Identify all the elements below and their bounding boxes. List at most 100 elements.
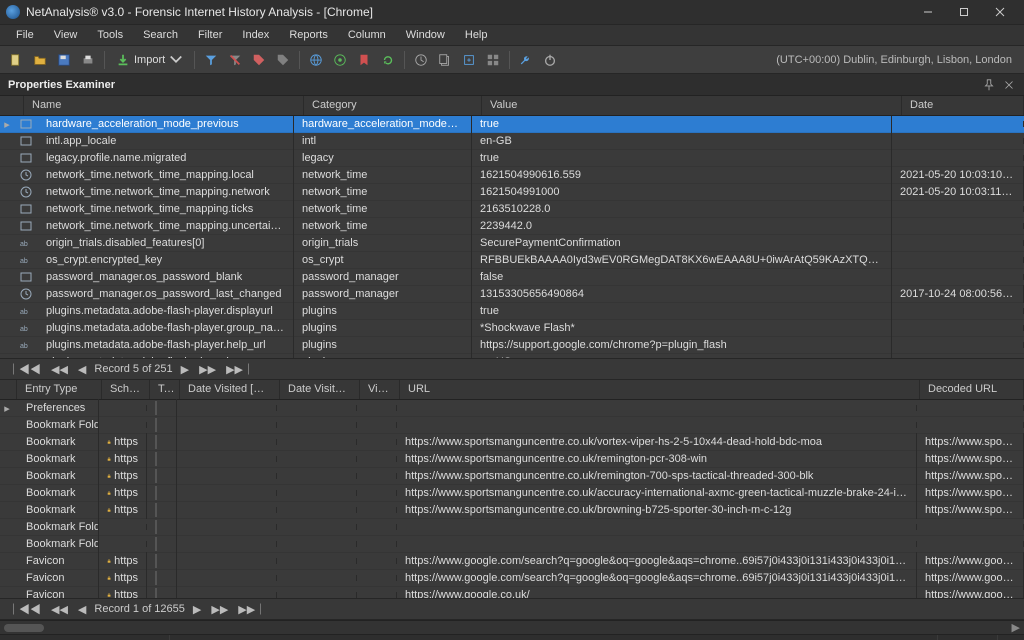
bnav-prev-page[interactable]: ◀◀ xyxy=(49,603,70,616)
close-button[interactable] xyxy=(982,0,1018,24)
tag-checkbox[interactable] xyxy=(155,401,157,415)
history-row[interactable]: Faviconhttpshttps://www.google.com/searc… xyxy=(0,570,1024,587)
col-url[interactable]: URL xyxy=(400,380,920,399)
import-button[interactable]: Import xyxy=(110,49,189,71)
tag-checkbox[interactable] xyxy=(155,469,157,483)
nav-next[interactable]: ▶ xyxy=(179,363,191,376)
menu-index[interactable]: Index xyxy=(232,27,279,43)
col-value[interactable]: Value xyxy=(482,96,902,115)
property-row[interactable]: network_time.network_time_mapping.networ… xyxy=(0,184,1024,201)
filter-button[interactable] xyxy=(200,49,222,71)
tag-checkbox[interactable] xyxy=(155,537,157,551)
bnav-next[interactable]: ▶ xyxy=(191,603,203,616)
nav-next-page[interactable]: ▶▶ xyxy=(197,363,218,376)
menu-reports[interactable]: Reports xyxy=(279,27,338,43)
col-entry-type[interactable]: Entry Type xyxy=(17,380,102,399)
history-row[interactable]: Faviconhttpshttps://www.google.co.uk/htt… xyxy=(0,587,1024,598)
index-button[interactable] xyxy=(329,49,351,71)
open-folder-button[interactable] xyxy=(29,49,51,71)
col-scheme[interactable]: Scheme xyxy=(102,380,150,399)
menu-tools[interactable]: Tools xyxy=(87,27,133,43)
property-row[interactable]: intl.app_localeintlen-GB xyxy=(0,133,1024,150)
nav-last[interactable]: ▶▶｜ xyxy=(224,361,256,377)
bnav-prev[interactable]: ◀ xyxy=(76,603,88,616)
history-row[interactable]: ▸Preferences xyxy=(0,400,1024,417)
nav-prev-page[interactable]: ◀◀ xyxy=(49,363,70,376)
wrench-button[interactable] xyxy=(515,49,537,71)
property-row[interactable]: network_time.network_time_mapping.uncert… xyxy=(0,218,1024,235)
col-category[interactable]: Category xyxy=(304,96,482,115)
col-date-visited-utc[interactable]: Date Visited [UTC] ▼ xyxy=(180,380,280,399)
close-panel-icon[interactable] xyxy=(1002,78,1016,92)
history-row[interactable]: Bookmark Folder xyxy=(0,417,1024,434)
top-record-nav: ｜◀◀ ◀◀ ◀ Record 5 of 251 ▶ ▶▶ ▶▶｜ xyxy=(0,358,1024,380)
col-tag[interactable]: Tag xyxy=(150,380,180,399)
nav-prev[interactable]: ◀ xyxy=(76,363,88,376)
tag-checkbox[interactable] xyxy=(155,554,157,568)
property-row[interactable]: abos_crypt.encrypted_keyos_cryptRFBBUEkB… xyxy=(0,252,1024,269)
history-row[interactable]: Bookmarkhttpshttps://www.sportsmanguncen… xyxy=(0,485,1024,502)
property-row[interactable]: network_time.network_time_mapping.localn… xyxy=(0,167,1024,184)
tag-checkbox[interactable] xyxy=(155,486,157,500)
refresh-button[interactable] xyxy=(377,49,399,71)
nav-first[interactable]: ｜◀◀ xyxy=(6,361,43,377)
row-type-icon xyxy=(14,186,38,198)
maximize-button[interactable] xyxy=(946,0,982,24)
clock-button[interactable] xyxy=(410,49,432,71)
col-date[interactable]: Date xyxy=(902,96,1024,115)
new-button[interactable] xyxy=(5,49,27,71)
globe-button[interactable] xyxy=(305,49,327,71)
menu-window[interactable]: Window xyxy=(396,27,455,43)
tag-checkbox[interactable] xyxy=(155,520,157,534)
property-row[interactable]: ▸hardware_acceleration_mode_previoushard… xyxy=(0,116,1024,133)
menu-filter[interactable]: Filter xyxy=(188,27,232,43)
bnav-last[interactable]: ▶▶｜ xyxy=(236,601,268,617)
print-button[interactable] xyxy=(77,49,99,71)
tag-checkbox[interactable] xyxy=(155,571,157,585)
tag-checkbox[interactable] xyxy=(155,452,157,466)
bnav-next-page[interactable]: ▶▶ xyxy=(209,603,230,616)
tag-button[interactable] xyxy=(248,49,270,71)
power-button[interactable] xyxy=(539,49,561,71)
history-row[interactable]: Bookmarkhttpshttps://www.sportsmanguncen… xyxy=(0,451,1024,468)
grid-button[interactable] xyxy=(482,49,504,71)
tag-checkbox[interactable] xyxy=(155,418,157,432)
clear-filter-button[interactable] xyxy=(224,49,246,71)
property-row[interactable]: abplugins.metadata.adobe-flash-player.gr… xyxy=(0,320,1024,337)
menu-file[interactable]: File xyxy=(6,27,44,43)
tag-checkbox[interactable] xyxy=(155,435,157,449)
property-row[interactable]: network_time.network_time_mapping.ticksn… xyxy=(0,201,1024,218)
property-row[interactable]: abplugins.metadata.adobe-flash-player.la… xyxy=(0,354,1024,358)
property-row[interactable]: aborigin_trials.disabled_features[0]orig… xyxy=(0,235,1024,252)
property-row[interactable]: abplugins.metadata.adobe-flash-player.di… xyxy=(0,303,1024,320)
history-row[interactable]: Faviconhttpshttps://www.google.com/searc… xyxy=(0,553,1024,570)
menu-help[interactable]: Help xyxy=(455,27,498,43)
property-row[interactable]: password_manager.os_password_last_change… xyxy=(0,286,1024,303)
property-row[interactable]: legacy.profile.name.migratedlegacytrue xyxy=(0,150,1024,167)
menu-search[interactable]: Search xyxy=(133,27,188,43)
minimize-button[interactable] xyxy=(910,0,946,24)
bookmark-button[interactable] xyxy=(353,49,375,71)
history-row[interactable]: Bookmarkhttpshttps://www.sportsmanguncen… xyxy=(0,434,1024,451)
tag-checkbox[interactable] xyxy=(155,588,157,598)
tag-checkbox[interactable] xyxy=(155,503,157,517)
history-row[interactable]: Bookmark Folder xyxy=(0,536,1024,553)
horizontal-scrollbar[interactable]: ▶ xyxy=(0,620,1024,634)
history-row[interactable]: Bookmark Folder xyxy=(0,519,1024,536)
untag-button[interactable] xyxy=(272,49,294,71)
pin-icon[interactable] xyxy=(982,78,996,92)
col-decoded-url[interactable]: Decoded URL xyxy=(920,380,1024,399)
bnav-first[interactable]: ｜◀◀ xyxy=(6,601,43,617)
save-button[interactable] xyxy=(53,49,75,71)
menu-view[interactable]: View xyxy=(44,27,88,43)
col-visits[interactable]: Visits xyxy=(360,380,400,399)
col-date-visited-local[interactable]: Date Visited [Local] xyxy=(280,380,360,399)
menu-column[interactable]: Column xyxy=(338,27,396,43)
history-row[interactable]: Bookmarkhttpshttps://www.sportsmanguncen… xyxy=(0,468,1024,485)
property-row[interactable]: password_manager.os_password_blankpasswo… xyxy=(0,269,1024,286)
history-row[interactable]: Bookmarkhttpshttps://www.sportsmanguncen… xyxy=(0,502,1024,519)
col-name[interactable]: Name xyxy=(24,96,304,115)
export-button[interactable] xyxy=(458,49,480,71)
property-row[interactable]: abplugins.metadata.adobe-flash-player.he… xyxy=(0,337,1024,354)
copy-button[interactable] xyxy=(434,49,456,71)
